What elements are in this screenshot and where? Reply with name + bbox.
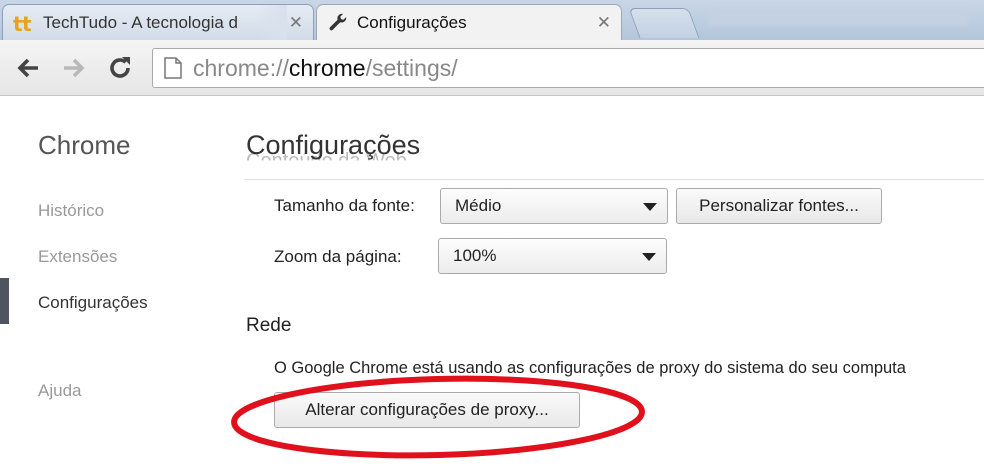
font-size-value: Médio	[455, 196, 502, 215]
font-size-label: Tamanho da fonte:	[274, 196, 415, 215]
font-size-select[interactable]: Médio	[440, 188, 668, 224]
sidebar-item-ajuda[interactable]: Ajuda	[38, 381, 81, 401]
sidebar-item-extensoes[interactable]: Extensões	[38, 247, 117, 267]
dropdown-arrow-icon	[642, 253, 656, 261]
customize-fonts-button[interactable]: Personalizar fontes...	[676, 188, 882, 224]
sidebar-item-configuracoes[interactable]: Configurações	[38, 293, 148, 313]
url-text: chrome://chrome/settings/	[193, 54, 458, 81]
toolbar: chrome://chrome/settings/	[0, 40, 984, 96]
back-arrow-icon	[17, 58, 38, 78]
selected-item-marker	[0, 278, 9, 324]
change-proxy-button[interactable]: Alterar configurações de proxy...	[274, 392, 580, 428]
forward-arrow-icon	[64, 58, 85, 78]
tab-configuracoes[interactable]: Configurações ✕	[316, 4, 622, 40]
network-section-title: Rede	[246, 315, 292, 336]
new-tab-button[interactable]	[628, 8, 700, 38]
tab-title: Configurações	[357, 12, 467, 32]
title-divider	[244, 179, 984, 180]
dropdown-arrow-icon	[643, 203, 657, 211]
page-title: Configurações	[246, 130, 421, 160]
blurred-window-area	[708, 12, 968, 26]
zoom-value: 100%	[453, 246, 497, 265]
tab-techtudo[interactable]: tt TechTudo - A tecnologia d ✕	[2, 4, 314, 40]
network-description: O Google Chrome está usando as configura…	[274, 359, 906, 377]
page-icon	[164, 57, 182, 79]
reload-icon	[110, 57, 130, 78]
forward-button[interactable]	[58, 52, 90, 84]
settings-main: Conteúdo da Web Configurações Tamanho da…	[230, 97, 984, 476]
sidebar-title: Chrome	[38, 130, 131, 160]
sidebar-item-historico[interactable]: Histórico	[38, 201, 104, 221]
back-button[interactable]	[12, 52, 44, 84]
tab-strip: tt TechTudo - A tecnologia d ✕ Configura…	[0, 0, 984, 40]
zoom-label: Zoom da página:	[274, 247, 402, 266]
browser-window: tt TechTudo - A tecnologia d ✕ Configura…	[0, 0, 984, 476]
close-icon[interactable]: ✕	[289, 13, 303, 33]
zoom-select[interactable]: 100%	[438, 238, 667, 274]
wrench-icon	[329, 13, 347, 30]
techtudo-icon: tt	[13, 11, 32, 36]
settings-sidebar: Chrome Histórico Extensões Configurações…	[0, 97, 230, 476]
close-icon[interactable]: ✕	[597, 13, 611, 33]
reload-button[interactable]	[104, 52, 136, 84]
address-bar[interactable]: chrome://chrome/settings/	[152, 48, 984, 88]
